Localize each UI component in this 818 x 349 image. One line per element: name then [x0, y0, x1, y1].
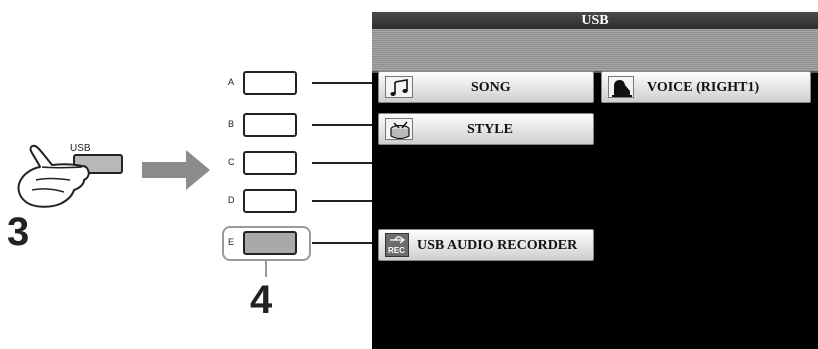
button-e-highlight [222, 226, 311, 261]
panel-button-d-label: D [228, 195, 235, 205]
style-button[interactable]: STYLE [378, 113, 594, 145]
usb-audio-recorder-label: USB AUDIO RECORDER [417, 238, 578, 253]
panel-button-a-row: A [228, 71, 374, 95]
panel-button-b-row: B [228, 113, 374, 137]
song-button-label: SONG [471, 80, 511, 95]
right-arrow-icon [142, 150, 210, 190]
panel-button-b-label: B [228, 119, 235, 129]
voice-right1-button[interactable]: VOICE (RIGHT1) [601, 71, 811, 103]
connector-line-b [312, 124, 374, 126]
panel-button-c[interactable] [243, 151, 297, 175]
style-button-label: STYLE [467, 122, 513, 137]
piano-icon [608, 76, 634, 98]
rec-icon-label: REC [388, 246, 405, 255]
panel-button-b[interactable] [243, 113, 297, 137]
step-3-number: 3 [7, 210, 30, 254]
panel-button-a-label: A [228, 77, 235, 87]
pointing-hand-icon [17, 144, 90, 208]
drum-icon [385, 118, 413, 140]
step-4-number: 4 [250, 278, 273, 322]
panel-button-d[interactable] [243, 189, 297, 213]
panel-button-c-label: C [228, 157, 235, 167]
connector-line-c [312, 162, 374, 164]
screen-header-band [372, 29, 818, 73]
usb-audio-recorder-button[interactable]: REC USB AUDIO RECORDER [378, 229, 594, 261]
music-note-icon [385, 76, 413, 98]
panel-button-a[interactable] [243, 71, 297, 95]
connector-line-a [312, 82, 374, 84]
connector-line-d [312, 200, 374, 202]
usb-screen: USB SONG STYLE VOICE (RIGHT1) REC USB AU… [372, 12, 818, 349]
panel-button-d-row: D [228, 189, 374, 213]
usb-rec-icon: REC [385, 233, 409, 257]
voice-button-label: VOICE (RIGHT1) [647, 80, 760, 95]
screen-title: USB [372, 12, 818, 29]
step-4-pointer-line [265, 261, 267, 277]
song-button[interactable]: SONG [378, 71, 594, 103]
panel-button-c-row: C [228, 151, 374, 175]
connector-line-e [312, 242, 374, 244]
